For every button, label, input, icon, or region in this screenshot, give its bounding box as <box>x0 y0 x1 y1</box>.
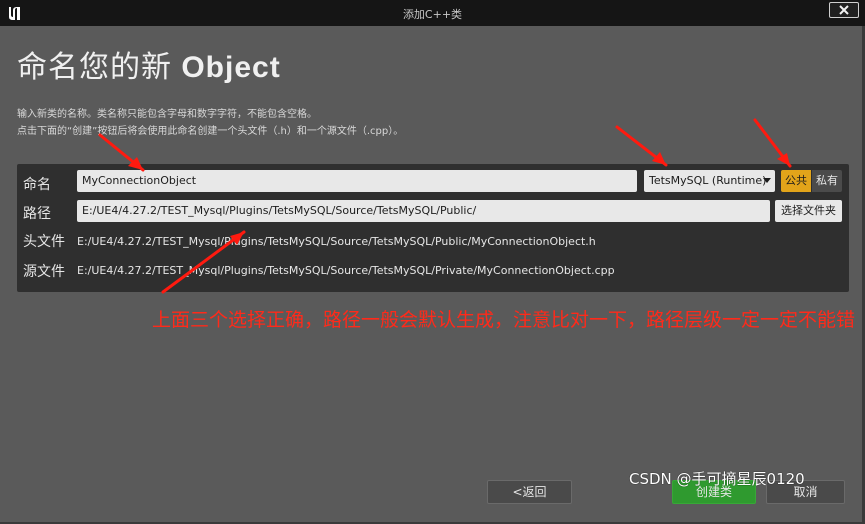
header-file-path: E:/UE4/4.27.2/TEST_Mysql/Plugins/TetsMyS… <box>77 235 596 248</box>
close-icon <box>839 5 849 15</box>
chevron-down-icon <box>763 178 771 183</box>
dialog-panel: 命名您的新 Object 输入新类的名称。类名称只能包含字母和数字字符，不能包含… <box>0 26 865 524</box>
back-button[interactable]: <返回 <box>487 480 572 504</box>
public-toggle[interactable]: 公共 <box>781 170 811 192</box>
window-title: 添加C++类 <box>402 8 463 21</box>
source-file-label: 源文件 <box>23 264 65 280</box>
page-title-class-word: Object <box>181 51 281 84</box>
close-button[interactable] <box>829 2 859 18</box>
choose-folder-button[interactable]: 选择文件夹 <box>775 200 842 222</box>
module-dropdown[interactable]: TetsMySQL (Runtime) <box>644 170 775 192</box>
source-file-path: E:/UE4/4.27.2/TEST_Mysql/Plugins/TetsMyS… <box>77 264 615 277</box>
watermark: CSDN @手可摘星辰0120 <box>629 470 805 488</box>
module-dropdown-value: TetsMySQL (Runtime) <box>649 174 767 187</box>
title-bar: 添加C++类 <box>0 0 865 26</box>
header-file-label: 头文件 <box>23 234 65 250</box>
class-settings-box: 命名 MyConnectionObject TetsMySQL (Runtime… <box>17 164 849 292</box>
private-toggle[interactable]: 私有 <box>812 170 842 192</box>
page-title: 命名您的新 Object <box>17 42 281 86</box>
path-label: 路径 <box>23 206 51 222</box>
annotation-note: 上面三个选择正确，路径一般会默认生成，注意比对一下，路径层级一定一定不能错 <box>152 309 856 331</box>
description-line-1: 输入新类的名称。类名称只能包含字母和数字字符，不能包含空格。 <box>17 109 317 120</box>
description-line-2: 点击下面的“创建”按钮后将会使用此命名创建一个头文件（.h）和一个源文件（.cp… <box>17 126 404 137</box>
path-input[interactable]: E:/UE4/4.27.2/TEST_Mysql/Plugins/TetsMyS… <box>77 200 770 222</box>
page-title-prefix: 命名您的新 <box>17 51 182 84</box>
class-name-input[interactable]: MyConnectionObject <box>77 170 637 192</box>
name-label: 命名 <box>23 177 51 193</box>
